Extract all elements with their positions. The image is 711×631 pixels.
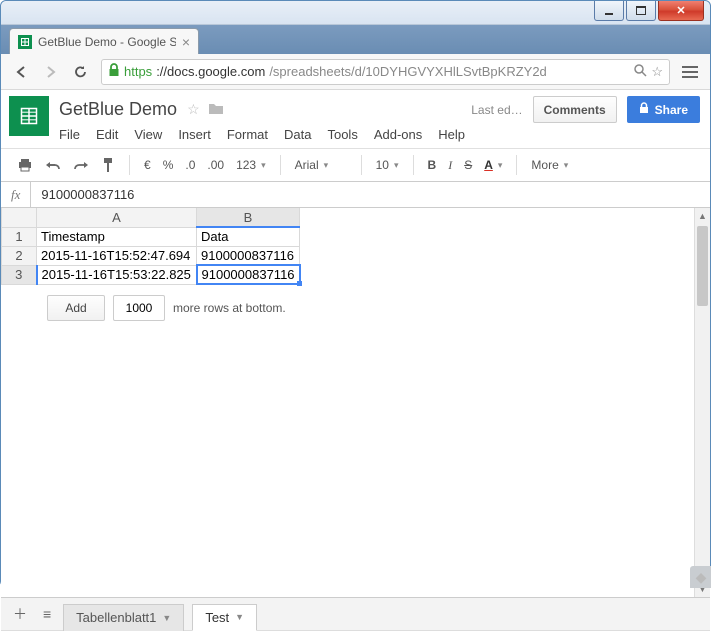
formula-bar: fx 9100000837116: [1, 182, 710, 208]
menu-insert[interactable]: Insert: [178, 127, 211, 142]
table-row: 1 Timestamp Data: [2, 227, 300, 246]
search-icon[interactable]: [633, 63, 647, 80]
add-rows-suffix: more rows at bottom.: [173, 301, 286, 315]
window-minimize-button[interactable]: [594, 1, 624, 21]
browser-tab-strip: GetBlue Demo - Google S ×: [1, 25, 710, 54]
row-header-1[interactable]: 1: [2, 227, 37, 246]
folder-icon[interactable]: [208, 101, 224, 118]
select-all-corner[interactable]: [2, 208, 37, 227]
scroll-up-icon[interactable]: ▲: [695, 208, 710, 224]
reload-button[interactable]: [71, 62, 91, 82]
url-path: /spreadsheets/d/10DYHGVYXHlLSvtBpKRZY2d: [269, 64, 546, 79]
menu-help[interactable]: Help: [438, 127, 465, 142]
formula-input[interactable]: 9100000837116: [41, 187, 700, 202]
table-row: 3 2015-11-16T15:53:22.825 9100000837116: [2, 265, 300, 284]
column-header-b[interactable]: B: [197, 208, 300, 227]
sheet-tab-1[interactable]: Tabellenblatt1 ▼: [63, 604, 184, 631]
vertical-scrollbar[interactable]: ▲ ▼: [694, 208, 710, 597]
window-titlebar: ✕: [1, 1, 710, 25]
share-button-label: Share: [655, 103, 688, 117]
column-header-a[interactable]: A: [37, 208, 197, 227]
decrease-decimal-button[interactable]: .0: [181, 156, 199, 174]
browser-menu-button[interactable]: [680, 62, 700, 82]
scrollbar-thumb[interactable]: [697, 226, 708, 306]
undo-icon[interactable]: [41, 157, 65, 173]
cell[interactable]: Timestamp: [37, 227, 197, 246]
all-sheets-button[interactable]: ≡: [39, 602, 55, 626]
chevron-down-icon[interactable]: ▼: [235, 612, 244, 622]
more-toolbar-button[interactable]: More: [527, 156, 572, 174]
cell[interactable]: 2015-11-16T15:52:47.694: [37, 246, 197, 265]
browser-tab-close-icon[interactable]: ×: [182, 35, 190, 49]
forward-button[interactable]: [41, 62, 61, 82]
sheet-tab-label: Test: [205, 610, 229, 625]
paint-format-icon[interactable]: [97, 155, 119, 175]
doc-header: GetBlue Demo ☆ Last ed… Comments Share F…: [1, 90, 710, 148]
add-rows-button[interactable]: Add: [47, 295, 105, 321]
increase-decimal-button[interactable]: .00: [203, 156, 228, 174]
cell[interactable]: 9100000837116: [197, 246, 300, 265]
row-header-3[interactable]: 3: [2, 265, 37, 284]
redo-icon[interactable]: [69, 157, 93, 173]
grid-area: A B 1 Timestamp Data 2 2015-11-16T15:52:…: [1, 208, 710, 598]
url-bar[interactable]: https ://docs.google.com /spreadsheets/d…: [101, 59, 670, 85]
explore-button[interactable]: ◆: [690, 566, 711, 588]
lock-icon: [639, 102, 649, 117]
fx-icon[interactable]: fx: [11, 187, 20, 203]
menu-edit[interactable]: Edit: [96, 127, 118, 142]
sheets-favicon: [18, 35, 32, 49]
share-button[interactable]: Share: [627, 96, 700, 123]
number-format-dropdown[interactable]: 123: [232, 156, 270, 174]
window-close-button[interactable]: ✕: [658, 1, 704, 21]
menu-data[interactable]: Data: [284, 127, 311, 142]
lock-icon: [108, 63, 120, 80]
cell[interactable]: 2015-11-16T15:53:22.825: [37, 265, 197, 284]
bold-button[interactable]: B: [424, 156, 441, 174]
menu-tools[interactable]: Tools: [327, 127, 357, 142]
add-sheet-button[interactable]: ＋: [9, 600, 31, 628]
browser-tab-title: GetBlue Demo - Google S: [38, 35, 176, 49]
italic-button[interactable]: I: [444, 156, 456, 175]
sheet-tab-2[interactable]: Test ▼: [192, 604, 257, 631]
font-family-dropdown[interactable]: Arial: [291, 156, 351, 174]
strikethrough-button[interactable]: S: [460, 156, 476, 174]
chevron-down-icon[interactable]: ▼: [162, 613, 171, 623]
cell[interactable]: Data: [197, 227, 300, 246]
print-icon[interactable]: [13, 156, 37, 174]
font-size-dropdown[interactable]: 10: [372, 156, 403, 174]
window-maximize-button[interactable]: [626, 1, 656, 21]
active-cell[interactable]: 9100000837116: [197, 265, 300, 284]
menu-format[interactable]: Format: [227, 127, 268, 142]
comments-button[interactable]: Comments: [533, 96, 617, 123]
add-rows-bar: Add more rows at bottom.: [1, 285, 694, 321]
bookmark-star-icon[interactable]: ☆: [651, 64, 663, 80]
star-icon[interactable]: ☆: [187, 101, 200, 118]
format-percent-button[interactable]: %: [159, 156, 178, 174]
toolbar: € % .0 .00 123 Arial 10 B I S A More: [1, 148, 710, 182]
menu-file[interactable]: File: [59, 127, 80, 142]
url-host: ://docs.google.com: [156, 64, 265, 79]
sheet-tab-label: Tabellenblatt1: [76, 610, 156, 625]
url-scheme: https: [124, 64, 152, 79]
menu-addons[interactable]: Add-ons: [374, 127, 422, 142]
table-row: 2 2015-11-16T15:52:47.694 9100000837116: [2, 246, 300, 265]
row-header-2[interactable]: 2: [2, 246, 37, 265]
sheet-tab-bar: ＋ ≡ Tabellenblatt1 ▼ Test ▼: [1, 598, 710, 631]
menu-bar: File Edit View Insert Format Data Tools …: [59, 123, 700, 148]
add-rows-count-input[interactable]: [113, 295, 165, 321]
menu-view[interactable]: View: [134, 127, 162, 142]
doc-title[interactable]: GetBlue Demo: [59, 99, 177, 120]
spreadsheet-grid[interactable]: A B 1 Timestamp Data 2 2015-11-16T15:52:…: [1, 208, 301, 285]
browser-nav-bar: https ://docs.google.com /spreadsheets/d…: [1, 54, 710, 90]
browser-tab[interactable]: GetBlue Demo - Google S ×: [9, 28, 199, 54]
back-button[interactable]: [11, 62, 31, 82]
sheets-logo[interactable]: [9, 96, 49, 136]
text-color-button[interactable]: A: [480, 156, 506, 174]
format-currency-button[interactable]: €: [140, 156, 155, 174]
last-edit-label[interactable]: Last ed…: [471, 103, 522, 117]
